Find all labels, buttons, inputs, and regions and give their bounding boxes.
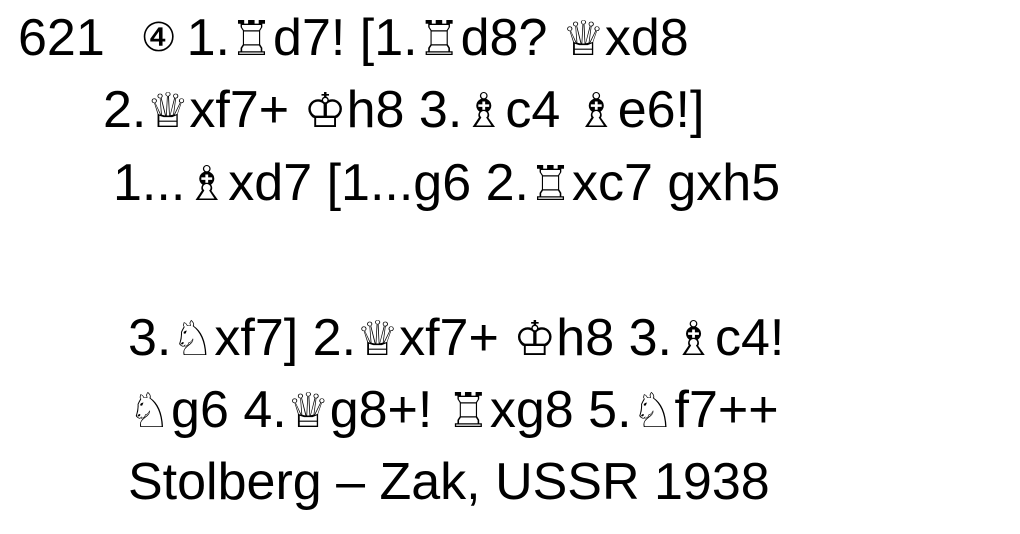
difficulty-mark: ④ <box>140 16 177 60</box>
move-text: h8 3. <box>556 309 672 367</box>
rook-icon: ♖ <box>446 383 490 439</box>
move-text: f7++ <box>674 381 779 439</box>
queen-icon: ♕ <box>286 383 330 439</box>
move-text: g6 4. <box>171 381 287 439</box>
bishop-icon: ♗ <box>185 156 229 212</box>
move-text: xd7 [1...g6 2. <box>228 154 529 212</box>
queen-icon: ♕ <box>146 83 190 139</box>
move-text: xf7+ <box>189 81 304 139</box>
move-text: h8 3. <box>346 81 463 139</box>
move-text: 3. <box>128 309 172 367</box>
move-text: d8? <box>460 9 562 67</box>
move-text: 1... <box>113 154 186 212</box>
move-text: xd8 <box>604 9 689 67</box>
bishop-icon: ♗ <box>671 311 715 367</box>
queen-icon: ♕ <box>561 11 605 67</box>
solution-line-2: 2.♕xf7+ ♔h8 3.♗c4 ♗e6!] <box>103 80 704 141</box>
problem-number: 621 <box>18 9 105 67</box>
knight-icon: ♘ <box>171 311 215 367</box>
king-icon: ♔ <box>513 311 557 367</box>
rook-icon: ♖ <box>230 11 274 67</box>
move-text: xf7+ <box>399 309 514 367</box>
knight-icon: ♘ <box>128 383 172 439</box>
move-text: xf7] 2. <box>214 309 357 367</box>
rook-icon: ♖ <box>528 156 572 212</box>
solution-line-1: 621 ④ 1.♖d7! [1.♖d8? ♕xd8 <box>18 8 689 69</box>
move-text: 1. <box>186 9 230 67</box>
move-text: g8+! <box>329 381 447 439</box>
solution-line-3: 1...♗xd7 [1...g6 2.♖xc7 gxh5 <box>113 153 780 214</box>
bishop-icon: ♗ <box>462 83 506 139</box>
king-icon: ♔ <box>303 83 347 139</box>
queen-icon: ♕ <box>356 311 400 367</box>
bishop-icon: ♗ <box>574 83 618 139</box>
puzzle-solution-page: 621 ④ 1.♖d7! [1.♖d8? ♕xd8 2.♕xf7+ ♔h8 3.♗c… <box>0 0 1020 534</box>
rook-icon: ♖ <box>417 11 461 67</box>
move-text: xc7 gxh5 <box>571 154 781 212</box>
move-text: e6!] <box>617 81 705 139</box>
solution-line-5: ♘g6 4.♕g8+! ♖xg8 5.♘f7++ <box>128 380 779 441</box>
move-text: c4! <box>714 309 785 367</box>
knight-icon: ♘ <box>631 383 675 439</box>
move-text: xg8 5. <box>489 381 632 439</box>
move-text: c4 <box>505 81 575 139</box>
game-source: Stolberg – Zak, USSR 1938 <box>128 453 770 511</box>
solution-line-4: 3.♘xf7] 2.♕xf7+ ♔h8 3.♗c4! <box>128 308 784 369</box>
move-text: 2. <box>103 81 147 139</box>
move-text: d7! [1. <box>273 9 418 67</box>
